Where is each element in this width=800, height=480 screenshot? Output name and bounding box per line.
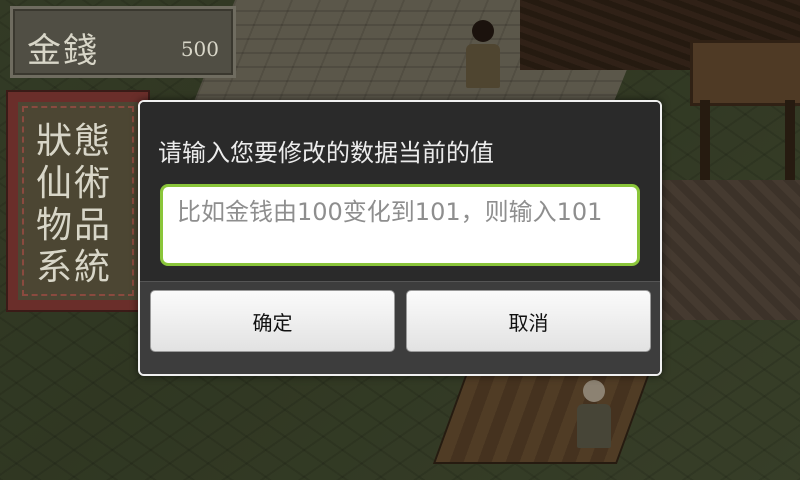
- menu-item-magic[interactable]: 仙術: [36, 166, 112, 202]
- ok-button[interactable]: 确定: [150, 290, 395, 352]
- gold-label: 金錢: [27, 31, 99, 71]
- dialog-body: 请输入您要修改的数据当前的值 比如金钱由100变化到101，则输入101: [140, 102, 660, 284]
- dialog-button-bar: 确定 取消: [140, 281, 660, 374]
- menu-item-status[interactable]: 狀態: [36, 124, 112, 160]
- gold-panel: 金錢 500: [10, 6, 236, 78]
- side-menu: 狀態 仙術 物品 系統: [6, 90, 150, 312]
- cancel-button[interactable]: 取消: [406, 290, 651, 352]
- value-input[interactable]: 比如金钱由100变化到101，则输入101: [160, 184, 640, 266]
- dialog-message: 请输入您要修改的数据当前的值: [158, 139, 494, 167]
- edit-value-dialog: 请输入您要修改的数据当前的值 比如金钱由100变化到101，则输入101 确定 …: [138, 100, 662, 376]
- menu-item-system[interactable]: 系統: [36, 250, 112, 286]
- gold-value: 500: [180, 37, 219, 61]
- menu-item-items[interactable]: 物品: [36, 208, 112, 244]
- value-input-placeholder: 比如金钱由100变化到101，则输入101: [177, 198, 603, 226]
